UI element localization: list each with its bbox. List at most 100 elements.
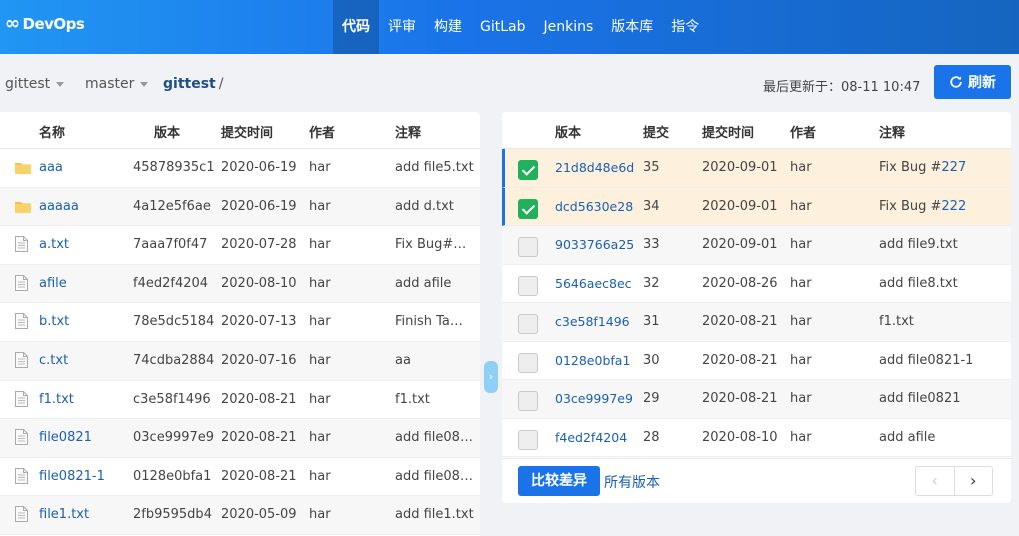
- file-row[interactable]: file0821-1 0128e0bfa1 2020-08-21 har add fil…: [0, 458, 480, 497]
- commit-row[interactable]: c3e58f1496 31 2020-08-21 har f1.txt: [502, 303, 1011, 342]
- commit-author: har: [790, 237, 812, 252]
- commit-note: add file8.txt: [879, 276, 958, 291]
- file-note: add afile: [395, 275, 452, 291]
- commit-version-link[interactable]: 5646aec8ec: [555, 276, 632, 291]
- nav-item-code[interactable]: 代码: [333, 0, 379, 54]
- folder-icon-wrap: [15, 161, 31, 178]
- commit-count: 32: [643, 275, 660, 291]
- commit-select-checkbox[interactable]: [518, 237, 538, 257]
- nav-item-repository[interactable]: 版本库: [602, 0, 662, 54]
- commit-note: add file9.txt: [879, 237, 958, 252]
- commit-row[interactable]: 5646aec8ec 32 2020-08-26 har add file8.txt: [502, 265, 1011, 303]
- file-row[interactable]: file0821 03ce9997e9 2020-08-21 har add file0…: [0, 419, 480, 458]
- file-list-panel: 名称 版本 提交时间 作者 注释 aaa 45878935c1 2020-06-19…: [0, 112, 480, 536]
- file-version: f4ed2f4204: [133, 275, 209, 291]
- infinity-icon: ∞: [5, 13, 20, 34]
- file-name-link[interactable]: file0821-1: [39, 469, 105, 484]
- file-row[interactable]: b.txt 78e5dc5184 2020-07-13 har Finish Ta…: [0, 303, 480, 342]
- commit-version-link[interactable]: 21d8d48e6d: [555, 160, 634, 175]
- branch-select[interactable]: master: [85, 76, 149, 92]
- prev-page-button[interactable]: ‹: [916, 467, 955, 495]
- file-icon: [15, 236, 28, 253]
- app-logo[interactable]: ∞ DevOps: [5, 13, 85, 34]
- commit-select-checkbox[interactable]: [518, 314, 538, 334]
- commit-version-link[interactable]: 03ce9997e9: [555, 391, 633, 406]
- file-name-link[interactable]: b.txt: [39, 314, 69, 329]
- commit-note-text: add file8.txt: [879, 275, 958, 291]
- refresh-button[interactable]: 刷新: [934, 65, 1011, 99]
- file-name-link[interactable]: afile: [39, 276, 67, 291]
- commit-row[interactable]: 21d8d48e6d 35 2020-09-01 har Fix Bug #227: [502, 149, 1011, 188]
- commit-row[interactable]: 0128e0bfa1 30 2020-08-21 har add file0821-1: [502, 342, 1011, 380]
- nav-item-jenkins[interactable]: Jenkins: [535, 0, 603, 54]
- breadcrumb-root[interactable]: gittest: [163, 76, 216, 92]
- file-name-link[interactable]: aaa: [39, 160, 63, 175]
- col-commit-time: 提交时间: [221, 126, 274, 141]
- file-author: har: [309, 391, 331, 407]
- file-name-link[interactable]: file1.txt: [39, 507, 89, 522]
- commit-table-footer: 比较差异 所有版本 ‹ ›: [502, 458, 1011, 503]
- commit-issue-link[interactable]: 222: [941, 199, 966, 214]
- nav-item-review[interactable]: 评审: [379, 0, 425, 54]
- file-row[interactable]: a.txt 7aaa7f0f47 2020-07-28 har Fix Bug#…: [0, 226, 480, 265]
- compare-diff-button[interactable]: 比较差异: [518, 466, 600, 496]
- file-name-link[interactable]: c.txt: [39, 353, 68, 368]
- commit-time: 2020-08-26: [702, 275, 778, 291]
- file-row[interactable]: f1.txt c3e58f1496 2020-08-21 har f1.txt: [0, 381, 480, 420]
- next-page-button[interactable]: ›: [955, 467, 993, 495]
- commit-version-link[interactable]: 9033766a25: [555, 237, 634, 252]
- all-versions-link[interactable]: 所有版本: [604, 472, 660, 492]
- file-row[interactable]: c.txt 74cdba2884 2020-07-16 har aa: [0, 341, 480, 381]
- nav-item-commands[interactable]: 指令: [662, 0, 708, 54]
- commit-select-checkbox[interactable]: [518, 352, 538, 373]
- commit-table-header: 版本 提交 提交时间 作者 注释: [502, 112, 1011, 149]
- commit-select-checkbox[interactable]: [518, 275, 538, 296]
- col-commit-count: 提交: [643, 126, 670, 141]
- commit-select-checkbox[interactable]: [518, 391, 538, 411]
- file-icon-wrap: [15, 390, 28, 411]
- file-row[interactable]: aaaaa 4a12e5f6ae 2020-06-19 har add d.txt: [0, 187, 480, 227]
- commit-row[interactable]: 03ce9997e9 29 2020-08-21 har add file0821: [502, 380, 1011, 419]
- app-logo-text: DevOps: [22, 15, 85, 33]
- commit-table-body: 21d8d48e6d 35 2020-09-01 har Fix Bug #227 dcd…: [502, 149, 1011, 457]
- file-commit-time: 2020-06-19: [221, 160, 297, 175]
- repo-select[interactable]: gittest: [5, 76, 65, 92]
- file-note: add file08…: [395, 468, 473, 484]
- commit-row[interactable]: 9033766a25 33 2020-09-01 har add file9.txt: [502, 226, 1011, 265]
- file-author: har: [309, 314, 331, 330]
- repo-toolbar: gittest master gittest / 最后更新于：08-11 10:4…: [0, 54, 1019, 112]
- file-row[interactable]: file1.txt 2fb9595db4 2020-05-09 har add file…: [0, 496, 480, 535]
- repo-select-value: gittest: [5, 76, 51, 92]
- file-name-link[interactable]: f1.txt: [39, 392, 74, 407]
- commit-version-link[interactable]: f4ed2f4204: [555, 430, 627, 445]
- commit-count: 35: [643, 160, 660, 175]
- commit-note: add file0821-1: [879, 353, 973, 368]
- folder-icon: [15, 201, 31, 213]
- file-commit-time: 2020-08-21: [221, 430, 297, 446]
- col-author: 作者: [309, 126, 336, 141]
- commit-select-checkbox[interactable]: [518, 429, 538, 450]
- file-commit-time: 2020-07-16: [221, 352, 297, 368]
- file-author: har: [309, 468, 331, 484]
- commit-row[interactable]: dcd5630e28 34 2020-09-01 har Fix Bug #222: [502, 187, 1011, 226]
- commit-version-link[interactable]: c3e58f1496: [555, 314, 630, 329]
- commit-issue-link[interactable]: 227: [941, 160, 966, 175]
- file-name-link[interactable]: aaaaa: [39, 199, 79, 214]
- file-name-link[interactable]: file0821: [39, 430, 92, 445]
- panel-collapse-handle[interactable]: ›: [484, 361, 498, 393]
- nav-item-gitlab[interactable]: GitLab: [471, 0, 535, 54]
- file-version: 7aaa7f0f47: [133, 237, 208, 253]
- file-commit-time: 2020-07-28: [221, 237, 297, 253]
- file-row[interactable]: aaa 45878935c1 2020-06-19 har add file5.txt: [0, 149, 480, 188]
- top-navbar: ∞ DevOps 代码 评审 构建 GitLab Jenkins 版本库 指令: [0, 0, 1019, 54]
- file-icon-wrap: [15, 429, 28, 449]
- file-row[interactable]: afile f4ed2f4204 2020-08-10 har add afile: [0, 264, 480, 304]
- commit-select-checkbox[interactable]: [518, 198, 538, 219]
- file-name-link[interactable]: a.txt: [39, 237, 69, 252]
- commit-select-checkbox[interactable]: [518, 160, 538, 180]
- nav-item-build[interactable]: 构建: [425, 0, 471, 54]
- commit-version-link[interactable]: dcd5630e28: [555, 199, 633, 214]
- commit-author: har: [790, 429, 812, 445]
- commit-row[interactable]: f4ed2f4204 28 2020-08-10 har add afile: [502, 419, 1011, 457]
- commit-version-link[interactable]: 0128e0bfa1: [555, 353, 630, 368]
